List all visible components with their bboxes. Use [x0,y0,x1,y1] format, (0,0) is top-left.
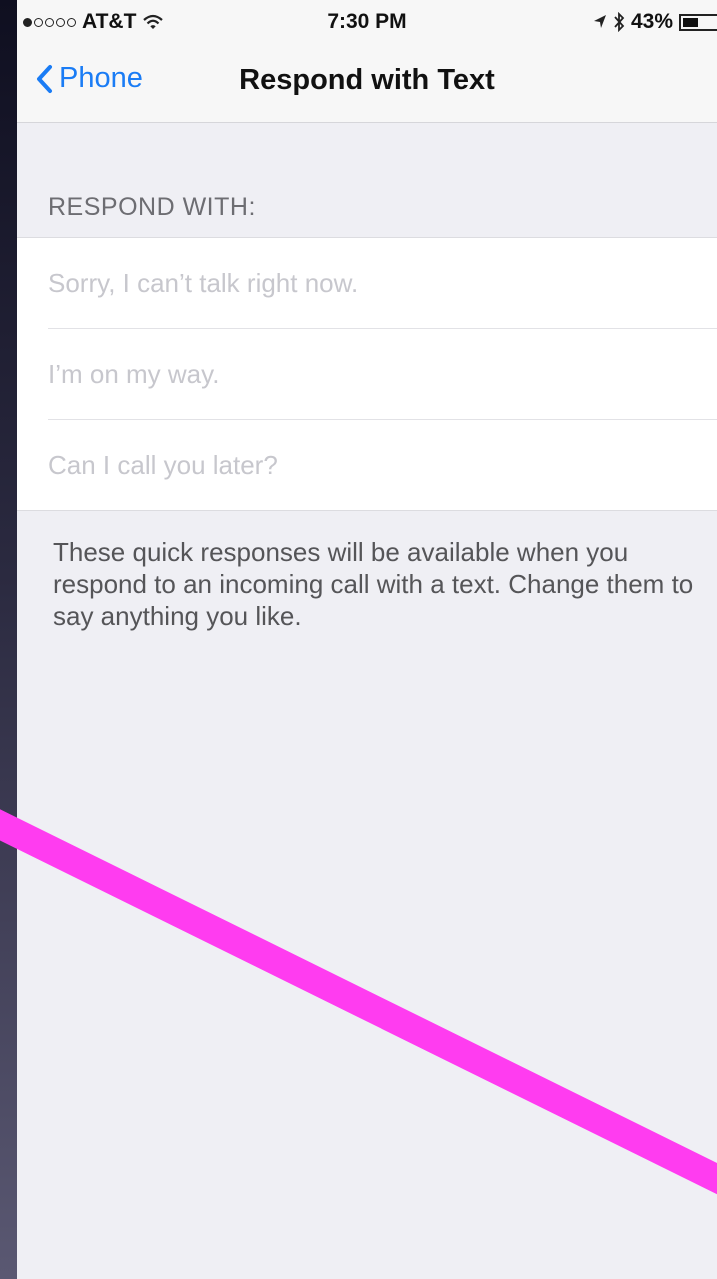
battery-percent: 43% [630,10,673,33]
list-item [48,420,717,510]
phone-screen: AT&T 7:30 PM 43% Phone Respond with Text… [17,0,717,1279]
location-arrow-icon [593,15,606,28]
list-item [48,329,717,420]
response-field-1[interactable] [48,238,717,328]
responses-list [17,237,717,511]
status-right: 43% [593,10,717,34]
list-item [48,238,717,329]
response-field-3[interactable] [48,420,717,510]
section-header: RESPOND WITH: [48,193,256,221]
battery-icon [679,13,717,31]
footer-description: These quick responses will be available … [53,537,694,631]
page-title: Respond with Text [239,64,495,96]
battery-fill [683,17,699,27]
bluetooth-icon [614,12,625,32]
navigation-bar: Phone Respond with Text [17,42,717,123]
status-bar: AT&T 7:30 PM 43% [17,0,717,42]
response-field-2[interactable] [48,329,717,419]
